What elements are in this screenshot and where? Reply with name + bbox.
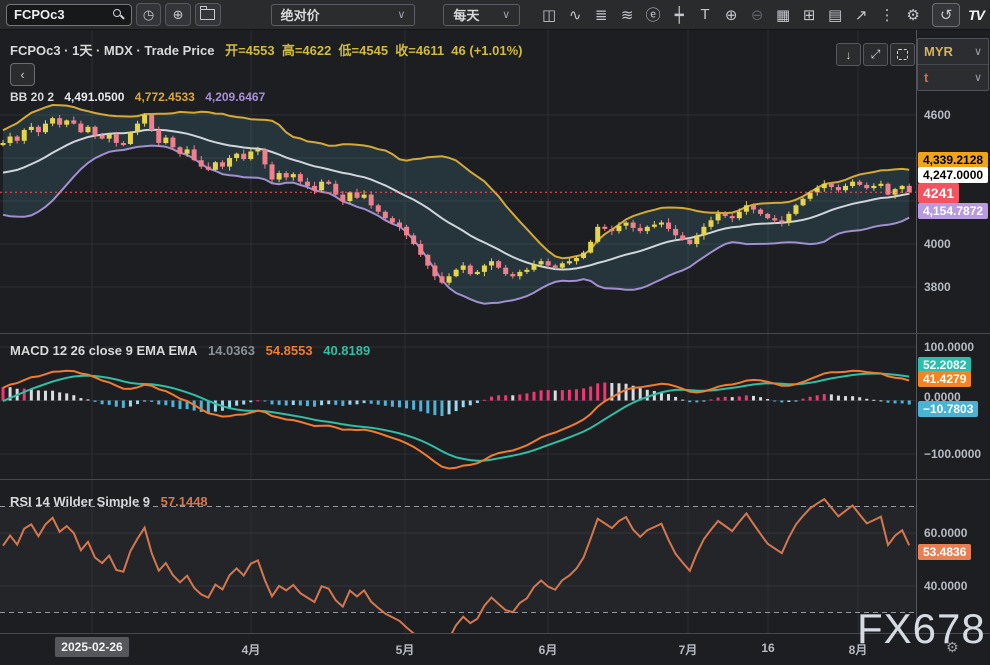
bb-upper-value: 4,772.4533 (135, 90, 195, 104)
folder-icon (200, 9, 215, 20)
add-symbol-button[interactable]: ⊕ (165, 3, 191, 26)
bb-legend[interactable]: BB 20 2 4,491.0500 4,772.4533 4,209.6467 (10, 90, 272, 104)
axis-tick-label: 3800 (924, 280, 951, 294)
crosshair-date-box: 2025-02-26 (55, 637, 129, 657)
axis-tick-label: 4000 (924, 237, 951, 251)
price-type-select[interactable]: 绝对价 ∨ (271, 4, 416, 26)
pane-separator[interactable] (0, 479, 990, 480)
macd-legend[interactable]: MACD 12 26 close 9 EMA EMA 14.0363 54.85… (10, 343, 377, 358)
currency-select[interactable]: MYR ∨ (918, 39, 988, 64)
symbol-search-input[interactable]: FCPOc3 (6, 4, 132, 26)
maximize-icon (897, 49, 908, 60)
main-chart-pane[interactable] (0, 30, 916, 333)
time-axis-label: 7月 (679, 641, 698, 658)
rsi-legend[interactable]: RSI 14 Wilder Simple 9 57.1448 (10, 494, 215, 509)
symbol-text: FCPOc3 (14, 7, 65, 22)
currency-value: MYR (924, 44, 953, 59)
settings-icon[interactable]: ⚙ (900, 4, 926, 26)
collapse-pane-button[interactable]: ⤢ (863, 43, 888, 66)
price-type-value: 绝对价 (281, 5, 320, 24)
time-axis-label: 5月 (396, 641, 415, 658)
bb-label: BB 20 2 (10, 90, 54, 104)
axis-tick-label: 40.0000 (924, 579, 967, 593)
clock-icon: ◷ (143, 7, 154, 23)
watermark: FX678 (857, 605, 986, 653)
price-axis-separator (916, 30, 917, 665)
collapse-icon: ⤢ (871, 47, 881, 62)
time-axis[interactable]: 2025-02-26 ⚙ 4月5月6月7月168月 (0, 634, 990, 665)
plus-circle-icon: ⊕ (173, 7, 184, 23)
chevron-down-icon: ∨ (974, 45, 982, 58)
snapshot-icon[interactable]: ⊞ (796, 4, 822, 26)
clock-button[interactable]: ◷ (136, 3, 162, 26)
indicators-icon[interactable]: ∿ (562, 4, 588, 26)
rsi-label: RSI 14 Wilder Simple 9 (10, 494, 150, 509)
unit-value: t (924, 70, 928, 85)
chevron-down-icon: ∨ (397, 8, 405, 21)
toolbar-icon-row: ◫∿≣≋ⓔ┿T⊕⊖▦⊞▤↗⋮⚙ ↺ (536, 3, 960, 27)
time-axis-label: 16 (761, 641, 774, 655)
text-tool-icon[interactable]: T (692, 4, 718, 26)
currency-e-icon[interactable]: ⓔ (640, 4, 666, 26)
time-axis-label: 4月 (242, 641, 261, 658)
axis-tick-label: 100.0000 (924, 340, 974, 354)
publish-icon[interactable]: ↗ (848, 4, 874, 26)
chart-style-icon[interactable]: ◫ (536, 4, 562, 26)
compare-icon[interactable]: ≣ (588, 4, 614, 26)
interval-value: 每天 (453, 5, 479, 24)
drawing-tools-icon[interactable]: ┿ (666, 4, 692, 26)
patterns-icon[interactable]: ≋ (614, 4, 640, 26)
back-button[interactable]: ‹ (10, 63, 35, 86)
tradingview-logo: TV (968, 7, 984, 23)
macd-hist-value: 14.0363 (208, 343, 255, 358)
chevron-down-icon: ∨ (502, 8, 510, 21)
macd-line-value: 54.8553 (266, 343, 313, 358)
unit-select[interactable]: t ∨ (918, 64, 988, 90)
pane-separator[interactable] (0, 333, 990, 334)
top-toolbar: FCPOc3 ◷ ⊕ 绝对价 ∨ 每天 ∨ ◫∿≣≋ⓔ┿T⊕⊖▦⊞▤↗⋮⚙↺ T… (0, 0, 990, 30)
zoom-in-icon[interactable]: ⊕ (718, 4, 744, 26)
axis-price-tag: 41.4279 (918, 371, 971, 387)
macd-label: MACD 12 26 close 9 EMA EMA (10, 343, 197, 358)
more-options-icon[interactable]: ⋮ (874, 4, 900, 26)
chevron-left-icon: ‹ (20, 67, 24, 82)
bb-lower-value: 4,209.6467 (205, 90, 265, 104)
main-pane-canvas[interactable] (0, 30, 916, 333)
axis-price-tag: 4,339.2128 (918, 152, 988, 168)
macd-signal-value: 40.8189 (323, 343, 370, 358)
main-legend: FCPOc3 · 1天 · MDX · Trade Price 开=4553 高… (10, 40, 530, 59)
undo-icon[interactable]: ↺ (932, 3, 960, 27)
news-icon[interactable]: ▤ (822, 4, 848, 26)
interval-select[interactable]: 每天 ∨ (443, 4, 520, 26)
table-icon[interactable]: ▦ (770, 4, 796, 26)
currency-panel: MYR ∨ t ∨ (917, 38, 989, 91)
axis-price-tag: −10.7803 (918, 401, 978, 417)
chevron-down-icon: ∨ (974, 71, 982, 84)
axis-price-tag: 4,154.7872 (918, 203, 988, 219)
bb-mid-value: 4,491.0500 (64, 90, 124, 104)
instrument-title[interactable]: FCPOc3 · 1天 · MDX · Trade Price (10, 43, 214, 58)
axis-tick-label: −100.0000 (924, 447, 981, 461)
folder-button[interactable] (195, 3, 221, 26)
search-icon (113, 9, 124, 20)
zoom-out-icon[interactable]: ⊖ (744, 4, 770, 26)
axis-price-tag: 4,247.0000 (918, 167, 988, 183)
axis-price-tag: 53.4836 (918, 544, 971, 560)
axis-price-tag: 4241 (918, 183, 959, 203)
move-pane-down-button[interactable]: ↓ (836, 43, 861, 66)
time-axis-label: 6月 (539, 641, 558, 658)
arrow-down-icon: ↓ (846, 48, 852, 62)
ohlc-values: 开=4553 高=4622 低=4545 收=4611 46 (+1.01%) (225, 43, 522, 58)
maximize-pane-button[interactable] (890, 43, 915, 66)
axis-tick-label: 4600 (924, 108, 951, 122)
rsi-value: 57.1448 (161, 494, 208, 509)
axis-tick-label: 60.0000 (924, 526, 967, 540)
